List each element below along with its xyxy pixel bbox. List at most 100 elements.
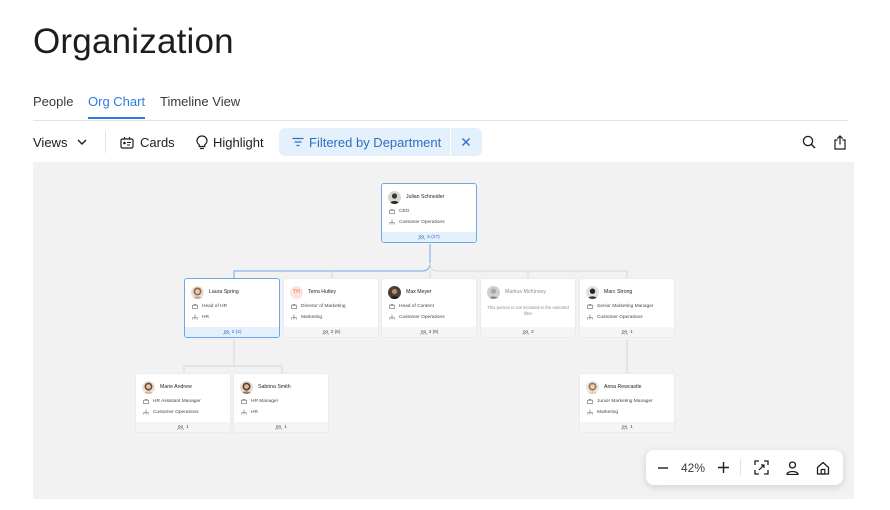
briefcase-icon: [192, 303, 198, 309]
avatar: [586, 285, 599, 299]
node-reports: 5 (27): [427, 234, 440, 240]
avatar: [388, 285, 401, 299]
share-button[interactable]: [833, 128, 847, 156]
tab-org-chart[interactable]: Org Chart: [88, 94, 146, 119]
node-name: Laura Spring: [209, 289, 239, 295]
node-name: Marie Andrew: [160, 384, 192, 390]
person-icon: [785, 460, 799, 475]
people-icon: [621, 329, 629, 335]
org-node-anna-rewcastle[interactable]: Anna Rewcastle Junior Marketing Manager …: [579, 373, 675, 433]
department-icon: [389, 314, 395, 320]
people-icon: [419, 329, 427, 335]
node-name: Sabrina Smith: [258, 384, 291, 390]
node-department: HR: [251, 409, 258, 415]
search-button[interactable]: [802, 128, 816, 156]
people-icon: [522, 329, 530, 335]
node-department: Marketing: [301, 314, 323, 320]
cards-label: Cards: [140, 134, 175, 150]
node-department: Customer Operations: [597, 314, 643, 320]
org-chart-canvas[interactable]: Julian Schneider CEO Customer Operations…: [33, 162, 854, 499]
toolbar: Views Cards Highlight Filtered by Depart…: [33, 128, 848, 156]
department-icon: [241, 409, 247, 415]
home-button[interactable]: [812, 450, 834, 485]
node-reports: 1: [186, 424, 189, 430]
avatar: [388, 190, 401, 204]
node-department: Customer Operations: [399, 314, 445, 320]
people-icon: [222, 329, 230, 335]
views-dropdown[interactable]: Views: [33, 128, 87, 156]
department-icon: [291, 314, 297, 320]
org-node-laura-spring[interactable]: Laura Spring Head of HR HR 2 (4): [184, 278, 280, 338]
node-reports: 2: [531, 329, 534, 335]
briefcase-icon: [587, 303, 593, 309]
org-node-max-meyer[interactable]: Max Meyer Head of Content Customer Opera…: [381, 278, 477, 338]
filter-exclusion-note: This person is not included in the selec…: [487, 305, 569, 316]
filter-chip: Filtered by Department: [279, 128, 482, 156]
node-department: Customer Operations: [153, 409, 199, 415]
tab-timeline-view[interactable]: Timeline View: [160, 94, 240, 117]
zoom-controls: 42%: [646, 450, 843, 485]
search-icon: [802, 135, 816, 149]
people-icon: [418, 234, 426, 240]
lightbulb-icon: [196, 134, 208, 150]
share-icon: [833, 134, 847, 150]
org-node-terra-hutley[interactable]: TH Terra Hutley Director of Marketing Mar…: [283, 278, 379, 338]
node-title: CEO: [399, 208, 410, 214]
cards-button[interactable]: Cards: [120, 128, 175, 156]
node-title: HR Assistant Manager: [153, 398, 201, 404]
tab-bar: People Org Chart Timeline View: [33, 94, 848, 121]
node-title: Junior Marketing Manager: [597, 398, 653, 404]
node-reports: 3 (9): [428, 329, 439, 335]
people-icon: [275, 424, 283, 430]
department-icon: [587, 409, 593, 415]
department-icon: [143, 409, 149, 415]
zoom-in-button[interactable]: [712, 450, 734, 485]
briefcase-icon: [143, 398, 149, 404]
close-icon[interactable]: [461, 137, 471, 147]
home-icon: [816, 461, 830, 475]
people-icon: [321, 329, 329, 335]
node-title: Director of Marketing: [301, 303, 346, 309]
department-icon: [192, 314, 198, 320]
plus-icon: [717, 462, 729, 473]
node-name: Terra Hutley: [308, 289, 336, 295]
department-icon: [587, 314, 593, 320]
node-reports: 1: [630, 329, 633, 335]
node-reports: 2 (4): [231, 329, 242, 335]
avatar: [240, 380, 253, 394]
zoom-divider: [740, 459, 741, 476]
highlight-button[interactable]: Highlight: [196, 128, 264, 156]
focus-person-button[interactable]: [781, 450, 803, 485]
fit-to-screen-button[interactable]: [750, 450, 772, 485]
node-title: Head of HR: [202, 303, 228, 309]
zoom-out-button[interactable]: [652, 450, 674, 485]
node-name: Julian Schneider: [406, 194, 445, 200]
department-icon: [389, 219, 395, 225]
briefcase-icon: [291, 303, 297, 309]
org-node-julian-schneider[interactable]: Julian Schneider CEO Customer Operations…: [381, 183, 477, 243]
avatar: [191, 285, 204, 299]
highlight-label: Highlight: [213, 134, 264, 150]
filter-chip-separator: [450, 128, 451, 156]
org-node-sabrina-smith[interactable]: Sabrina Smith HR Manager HR 1: [233, 373, 329, 433]
briefcase-icon: [587, 398, 593, 404]
node-reports: 1: [630, 424, 633, 430]
briefcase-icon: [389, 208, 395, 214]
org-node-marie-andrew[interactable]: Marie Andrew HR Assistant Manager Custom…: [135, 373, 231, 433]
node-name: Anna Rewcastle: [604, 384, 642, 390]
tab-people[interactable]: People: [33, 94, 73, 117]
briefcase-icon: [389, 303, 395, 309]
cards-icon: [120, 136, 134, 149]
node-title: Senior Marketing Manager: [597, 303, 654, 309]
toolbar-divider: [105, 131, 106, 153]
org-node-marc-strong[interactable]: Marc Strong Senior Marketing Manager Cus…: [579, 278, 675, 338]
filter-label[interactable]: Filtered by Department: [309, 135, 441, 150]
page-title: Organization: [33, 22, 234, 61]
avatar: TH: [290, 285, 303, 299]
briefcase-icon: [241, 398, 247, 404]
node-department: Customer Operations: [399, 219, 445, 225]
people-icon: [621, 424, 629, 430]
avatar: [142, 380, 155, 394]
node-name: Markus McKinsey: [505, 289, 546, 295]
org-node-markus-mckinsey[interactable]: Markus McKinsey This person is not inclu…: [480, 278, 576, 338]
